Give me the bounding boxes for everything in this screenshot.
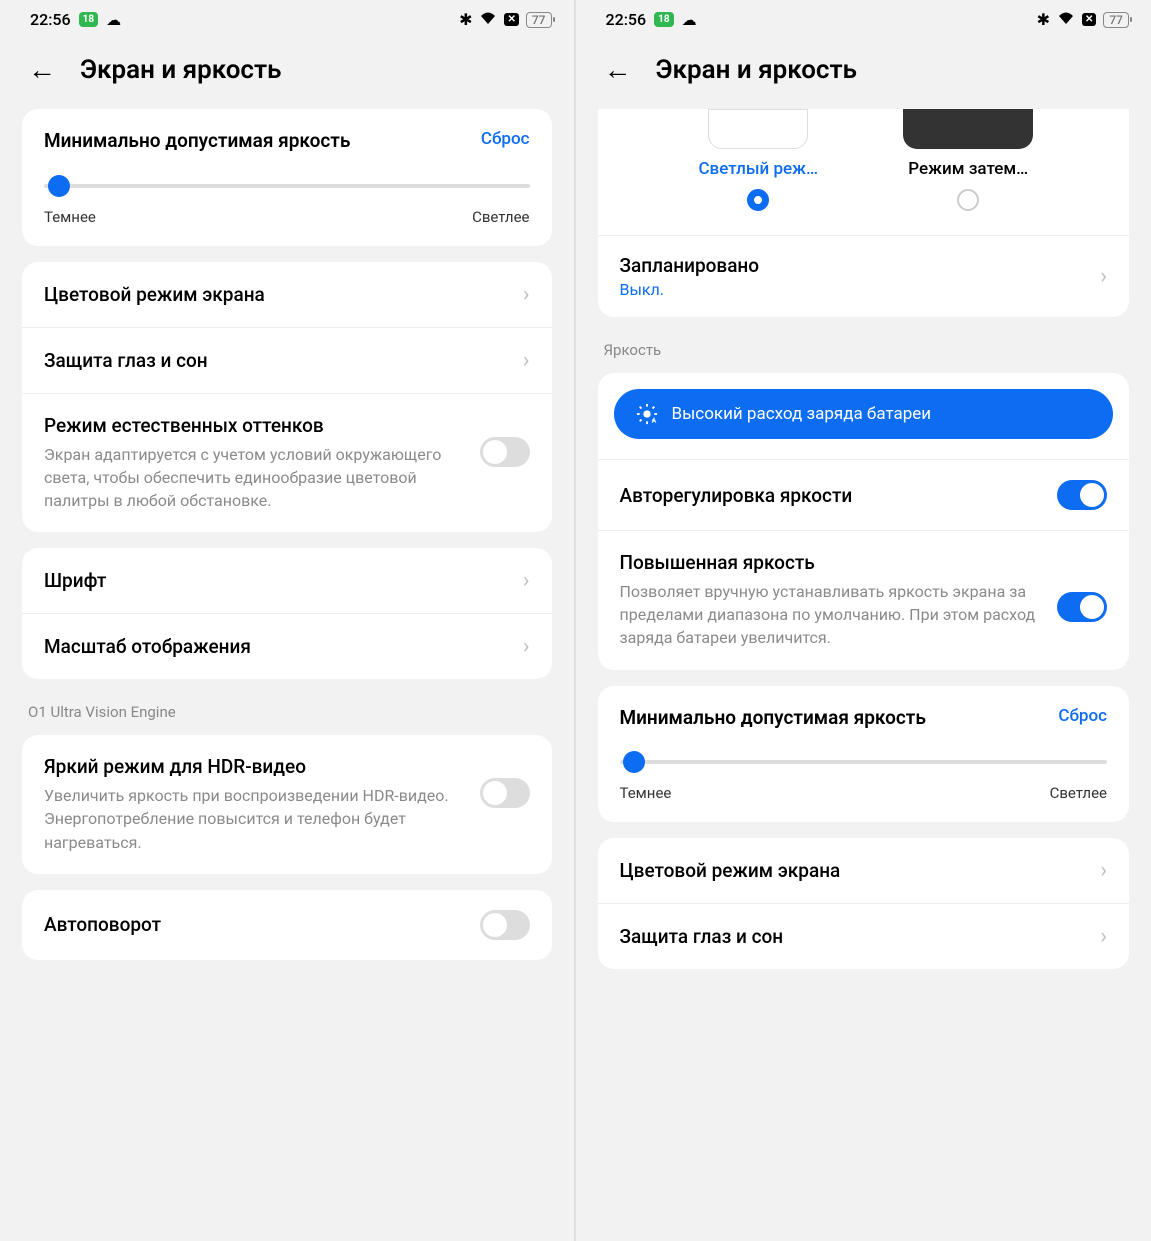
- display-mode-selector: Светлый реж… Режим затем…: [598, 109, 1130, 236]
- dark-mode-radio[interactable]: [957, 189, 979, 211]
- battery-icon: 77: [1103, 12, 1129, 28]
- status-badge-icon: 18: [79, 12, 98, 27]
- natural-tones-toggle[interactable]: [480, 437, 530, 467]
- brightness-slider-track[interactable]: [44, 184, 530, 188]
- chevron-right-icon: ›: [523, 568, 530, 593]
- autorotate-toggle[interactable]: [480, 910, 530, 940]
- status-bar: 22:56 18 ☁ ✱ ✕ 77: [576, 0, 1151, 35]
- brightness-slider-track[interactable]: [620, 760, 1108, 764]
- light-mode-option[interactable]: Светлый реж…: [683, 109, 833, 211]
- boosted-brightness-toggle[interactable]: [1057, 592, 1107, 622]
- page-title: Экран и яркость: [80, 55, 281, 85]
- page-title: Экран и яркость: [656, 55, 857, 85]
- min-brightness-title: Минимально допустимая яркость: [620, 706, 926, 731]
- auto-brightness-toggle[interactable]: [1057, 480, 1107, 510]
- back-arrow-icon[interactable]: ←: [28, 56, 56, 84]
- bluetooth-icon: ✱: [459, 10, 472, 29]
- status-badge-icon: 18: [654, 12, 673, 27]
- high-usage-label: Высокий расход заряда батареи: [672, 404, 932, 424]
- light-mode-preview: [708, 109, 808, 149]
- display-scale-item[interactable]: Масштаб отображения ›: [22, 613, 552, 679]
- wifi-icon: [479, 10, 497, 29]
- color-mode-item[interactable]: Цветовой режим экрана ›: [22, 262, 552, 327]
- hdr-toggle[interactable]: [480, 778, 530, 808]
- dark-mode-preview: [903, 109, 1033, 149]
- page-header: ← Экран и яркость: [0, 35, 574, 109]
- chevron-right-icon: ›: [523, 282, 530, 307]
- chevron-right-icon: ›: [1100, 264, 1107, 289]
- battery-icon: 77: [526, 12, 552, 28]
- chevron-right-icon: ›: [523, 634, 530, 659]
- bluetooth-icon: ✱: [1037, 10, 1050, 29]
- natural-tones-item[interactable]: Режим естественных оттенков Экран адапти…: [22, 393, 552, 533]
- dark-mode-option[interactable]: Режим затем…: [893, 109, 1043, 211]
- cloud-icon: ☁: [682, 11, 697, 29]
- light-mode-radio[interactable]: [747, 189, 769, 211]
- min-brightness-slider[interactable]: Минимально допустимая яркость Сброс Темн…: [598, 686, 1130, 823]
- wifi-icon: [1057, 10, 1075, 29]
- notification-icon: ✕: [504, 13, 518, 26]
- lighter-label: Светлее: [472, 208, 529, 226]
- lighter-label: Светлее: [1050, 784, 1107, 802]
- notification-icon: ✕: [1082, 13, 1096, 26]
- status-bar: 22:56 18 ☁ ✱ ✕ 77: [0, 0, 574, 35]
- chevron-right-icon: ›: [523, 348, 530, 373]
- reset-button[interactable]: Сброс: [481, 129, 530, 149]
- brightness-section-label: Яркость: [598, 333, 1130, 373]
- status-time: 22:56: [606, 10, 647, 29]
- chevron-right-icon: ›: [1100, 858, 1107, 883]
- boosted-brightness-item[interactable]: Повышенная яркость Позволяет вручную уст…: [598, 530, 1130, 670]
- back-arrow-icon[interactable]: ←: [604, 56, 632, 84]
- eye-protection-item[interactable]: Защита глаз и сон ›: [22, 327, 552, 393]
- svg-text:A: A: [651, 416, 656, 425]
- auto-brightness-item[interactable]: Авторегулировка яркости: [598, 459, 1130, 530]
- hdr-mode-item[interactable]: Яркий режим для HDR-видео Увеличить ярко…: [22, 735, 552, 874]
- eye-protection-item[interactable]: Защита глаз и сон ›: [598, 903, 1130, 969]
- chevron-right-icon: ›: [1100, 924, 1107, 949]
- font-item[interactable]: Шрифт ›: [22, 548, 552, 613]
- brightness-slider-thumb[interactable]: [623, 751, 645, 773]
- ultra-vision-section-label: O1 Ultra Vision Engine: [22, 695, 552, 735]
- darker-label: Темнее: [44, 208, 96, 226]
- color-mode-item[interactable]: Цветовой режим экрана ›: [598, 838, 1130, 903]
- cloud-icon: ☁: [106, 11, 121, 29]
- sun-icon: A: [636, 403, 658, 425]
- reset-button[interactable]: Сброс: [1058, 706, 1107, 726]
- brightness-bar[interactable]: A Высокий расход заряда батареи: [614, 389, 1114, 439]
- min-brightness-title: Минимально допустимая яркость: [44, 129, 350, 154]
- brightness-slider-thumb[interactable]: [48, 175, 70, 197]
- scheduled-item[interactable]: Запланировано Выкл. ›: [598, 236, 1130, 317]
- status-time: 22:56: [30, 10, 71, 29]
- darker-label: Темнее: [620, 784, 672, 802]
- autorotate-item[interactable]: Автоповорот: [22, 890, 552, 960]
- min-brightness-slider[interactable]: Минимально допустимая яркость Сброс Темн…: [22, 109, 552, 246]
- page-header: ← Экран и яркость: [576, 35, 1151, 109]
